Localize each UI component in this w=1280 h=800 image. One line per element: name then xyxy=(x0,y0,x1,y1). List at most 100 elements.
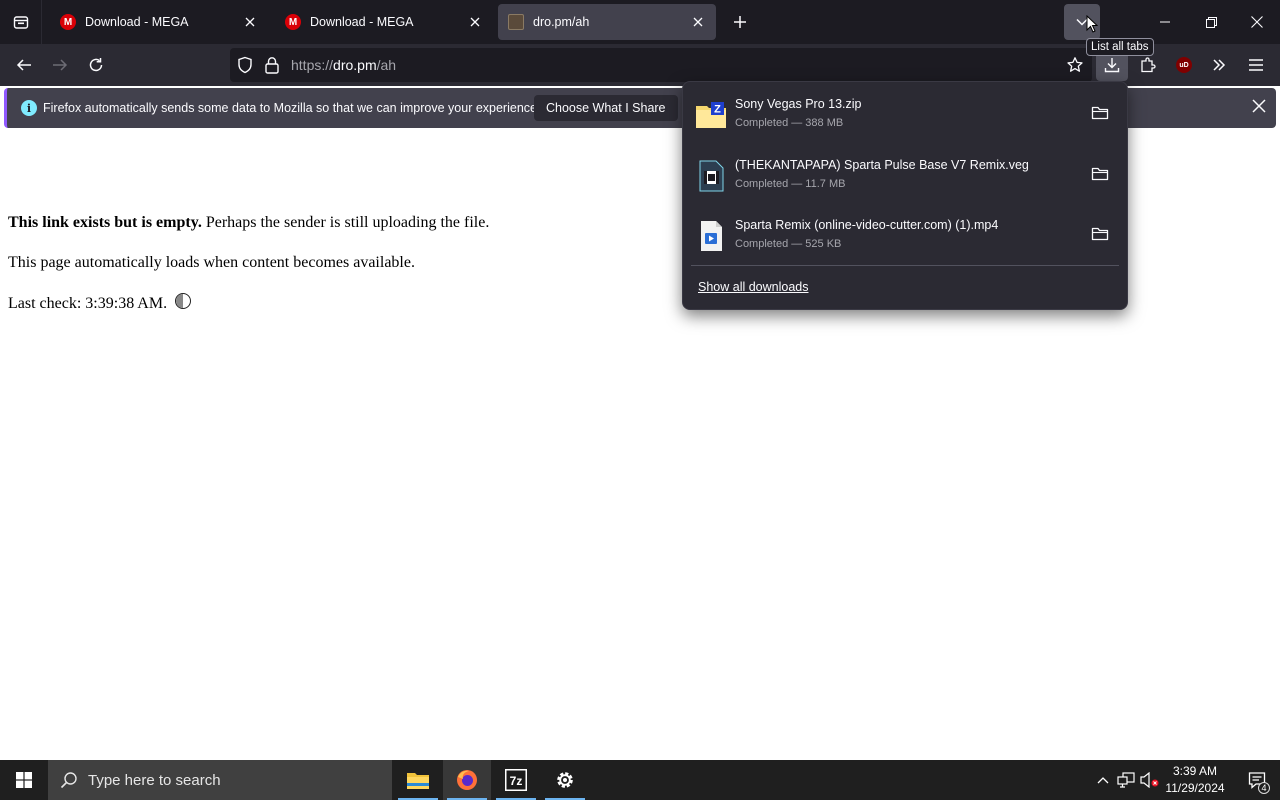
veg-file-icon xyxy=(699,160,724,192)
network-tray-button[interactable] xyxy=(1115,760,1137,800)
download-filename: (THEKANTAPAPA) Sparta Pulse Base V7 Remi… xyxy=(735,158,1029,172)
url-scheme: https:// xyxy=(291,57,334,73)
puzzle-icon xyxy=(1141,57,1156,73)
notification-close-button[interactable] xyxy=(1252,99,1266,118)
reload-icon xyxy=(89,58,103,72)
close-icon xyxy=(693,17,703,27)
notification-message: Firefox automatically sends some data to… xyxy=(43,101,541,115)
url-path: /ah xyxy=(376,57,397,73)
taskbar-file-explorer[interactable] xyxy=(394,760,442,800)
start-button[interactable] xyxy=(0,760,48,800)
url-text[interactable]: https://dro.pm/ah xyxy=(291,57,396,73)
tab-title: Download - MEGA xyxy=(85,15,189,29)
restore-icon xyxy=(1205,16,1217,28)
empty-link-detail: Perhaps the sender is still uploading th… xyxy=(201,214,490,231)
network-icon xyxy=(1117,772,1135,788)
loading-spinner-icon xyxy=(175,293,192,309)
firefox-icon xyxy=(457,770,477,790)
file-explorer-icon xyxy=(407,773,429,789)
volume-muted-icon xyxy=(1140,772,1159,788)
back-button[interactable] xyxy=(8,49,40,81)
close-icon xyxy=(245,17,255,27)
notification-count-badge: 4 xyxy=(1258,782,1270,794)
download-item[interactable]: Sparta Remix (online-video-cutter.com) (… xyxy=(691,208,1119,266)
download-status: Completed — 525 KB xyxy=(735,238,842,250)
chevron-double-right-icon xyxy=(1213,59,1226,71)
tab-mega-2[interactable]: M Download - MEGA xyxy=(275,4,493,40)
downloads-divider xyxy=(691,265,1119,266)
restore-button[interactable] xyxy=(1188,0,1234,44)
tab-dro-pm[interactable]: dro.pm/ah xyxy=(498,4,716,40)
windows-logo-icon xyxy=(16,772,32,788)
minimize-icon xyxy=(1160,21,1170,23)
ublock-origin-button[interactable]: uD xyxy=(1168,49,1200,81)
taskbar-firefox[interactable] xyxy=(443,760,491,800)
new-tab-button[interactable] xyxy=(728,10,752,34)
tab-mega-1[interactable]: M Download - MEGA xyxy=(50,4,268,40)
dro-icon xyxy=(508,14,524,30)
info-icon: i xyxy=(21,100,37,116)
empty-link-heading: This link exists but is empty. xyxy=(8,214,202,231)
mega-icon: M xyxy=(285,14,301,30)
chevron-up-icon xyxy=(1097,777,1109,784)
download-item[interactable]: (THEKANTAPAPA) Sparta Pulse Base V7 Remi… xyxy=(691,148,1119,206)
close-icon xyxy=(1251,16,1263,28)
url-host: dro.pm xyxy=(333,57,377,73)
tracking-protection-shield-icon[interactable] xyxy=(236,56,254,79)
action-center-button[interactable]: 4 xyxy=(1234,760,1280,800)
url-bar[interactable]: https://dro.pm/ah xyxy=(230,48,1092,82)
svg-text:7z: 7z xyxy=(510,774,523,788)
gear-icon xyxy=(557,772,573,788)
mp4-file-icon xyxy=(701,221,722,251)
choose-what-i-share-button[interactable]: Choose What I Share xyxy=(534,95,678,121)
zip-file-icon: Z xyxy=(696,102,726,128)
tab-title: Download - MEGA xyxy=(310,15,414,29)
taskbar-7zip[interactable]: 7z xyxy=(492,760,540,800)
close-icon xyxy=(470,17,480,27)
download-icon xyxy=(1104,58,1120,73)
empty-link-message: This link exists but is empty. Perhaps t… xyxy=(8,214,489,232)
search-placeholder: Type here to search xyxy=(88,771,221,789)
clock-date: 11/29/2024 xyxy=(1165,781,1225,795)
volume-tray-button[interactable] xyxy=(1139,760,1161,800)
tab-close-button[interactable] xyxy=(690,14,706,30)
download-status: Completed — 388 MB xyxy=(735,117,844,129)
hamburger-menu-icon xyxy=(1249,59,1263,71)
taskbar-search-box[interactable]: Type here to search xyxy=(48,760,392,800)
last-check-line: Last check: 3:39:38 AM. xyxy=(8,293,192,313)
taskbar-settings[interactable] xyxy=(541,760,589,800)
download-filename: Sony Vegas Pro 13.zip xyxy=(735,97,862,111)
app-menu-button[interactable] xyxy=(1240,49,1272,81)
bookmark-star-icon[interactable] xyxy=(1066,56,1084,79)
taskbar-clock[interactable]: 3:39 AM 11/29/2024 xyxy=(1160,763,1230,797)
forward-button[interactable] xyxy=(44,49,76,81)
clock-time: 3:39 AM xyxy=(1172,764,1218,778)
show-hidden-icons-button[interactable] xyxy=(1093,760,1113,800)
close-window-button[interactable] xyxy=(1234,0,1280,44)
show-all-downloads-link[interactable]: Show all downloads xyxy=(698,280,809,294)
open-containing-folder-icon[interactable] xyxy=(1091,166,1109,187)
firefox-view-button[interactable] xyxy=(0,0,42,44)
svg-text:Z: Z xyxy=(714,104,721,116)
reload-button[interactable] xyxy=(80,49,112,81)
last-check-text: Last check: 3:39:38 AM. xyxy=(8,295,168,312)
more-tools-button[interactable] xyxy=(1203,49,1235,81)
tab-close-button[interactable] xyxy=(467,14,483,30)
mega-icon: M xyxy=(60,14,76,30)
open-containing-folder-icon[interactable] xyxy=(1091,226,1109,247)
download-status: Completed — 11.7 MB xyxy=(735,178,846,190)
search-icon xyxy=(60,772,77,789)
download-filename: Sparta Remix (online-video-cutter.com) (… xyxy=(735,218,999,232)
ublock-icon: uD xyxy=(1176,57,1192,73)
firefox-view-icon xyxy=(13,16,28,29)
open-containing-folder-icon[interactable] xyxy=(1091,105,1109,126)
list-all-tabs-tooltip: List all tabs xyxy=(1086,38,1154,56)
lock-icon[interactable] xyxy=(264,56,280,79)
tab-close-button[interactable] xyxy=(242,14,258,30)
7zip-icon: 7z xyxy=(505,769,527,791)
mouse-cursor-icon xyxy=(1086,15,1098,33)
download-item[interactable]: Z Sony Vegas Pro 13.zip Completed — 388 … xyxy=(691,87,1119,145)
close-icon xyxy=(1252,99,1266,113)
arrow-left-icon xyxy=(16,59,31,71)
auto-load-message: This page automatically loads when conte… xyxy=(8,254,415,271)
